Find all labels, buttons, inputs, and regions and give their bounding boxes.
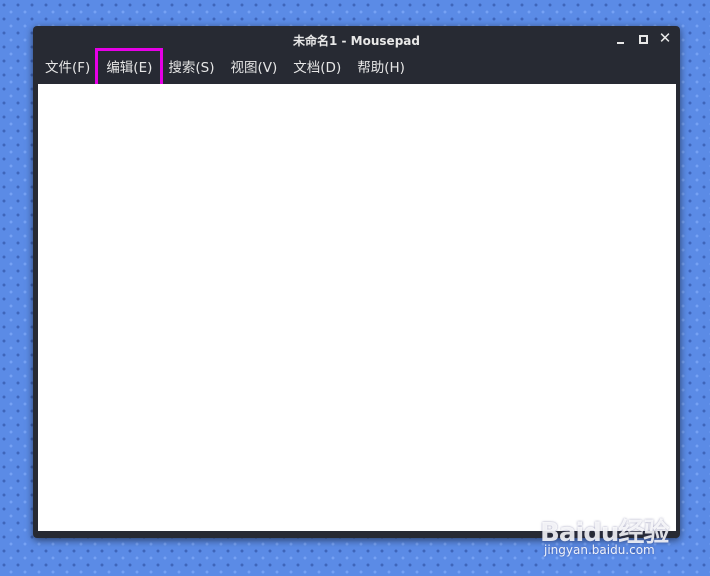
menu-help[interactable]: 帮助(H) — [349, 53, 413, 83]
text-editor-area[interactable] — [38, 84, 676, 531]
minimize-button[interactable] — [612, 30, 630, 48]
minimize-icon — [617, 42, 624, 44]
watermark-url: jingyan.baidu.com — [544, 543, 655, 557]
window-title: 未命名1 - Mousepad — [293, 34, 420, 48]
mousepad-window: 未命名1 - Mousepad ✕ 文件(F) 编辑(E) 搜索(S) 视图(V… — [33, 26, 680, 538]
baidu-watermark: Baidu经验 jingyan.baidu.com — [540, 512, 672, 560]
close-button[interactable]: ✕ — [656, 29, 674, 48]
window-controls: ✕ — [612, 29, 674, 48]
menu-search[interactable]: 搜索(S) — [160, 53, 222, 83]
maximize-button[interactable] — [634, 30, 652, 48]
menu-view[interactable]: 视图(V) — [223, 53, 286, 83]
menu-document[interactable]: 文档(D) — [285, 53, 349, 83]
close-icon: ✕ — [658, 29, 672, 47]
menu-bar: 文件(F) 编辑(E) 搜索(S) 视图(V) 文档(D) 帮助(H) — [33, 48, 680, 94]
title-bar[interactable]: 未命名1 - Mousepad ✕ — [33, 26, 680, 52]
menu-file[interactable]: 文件(F) — [33, 53, 98, 83]
maximize-icon — [639, 35, 648, 44]
